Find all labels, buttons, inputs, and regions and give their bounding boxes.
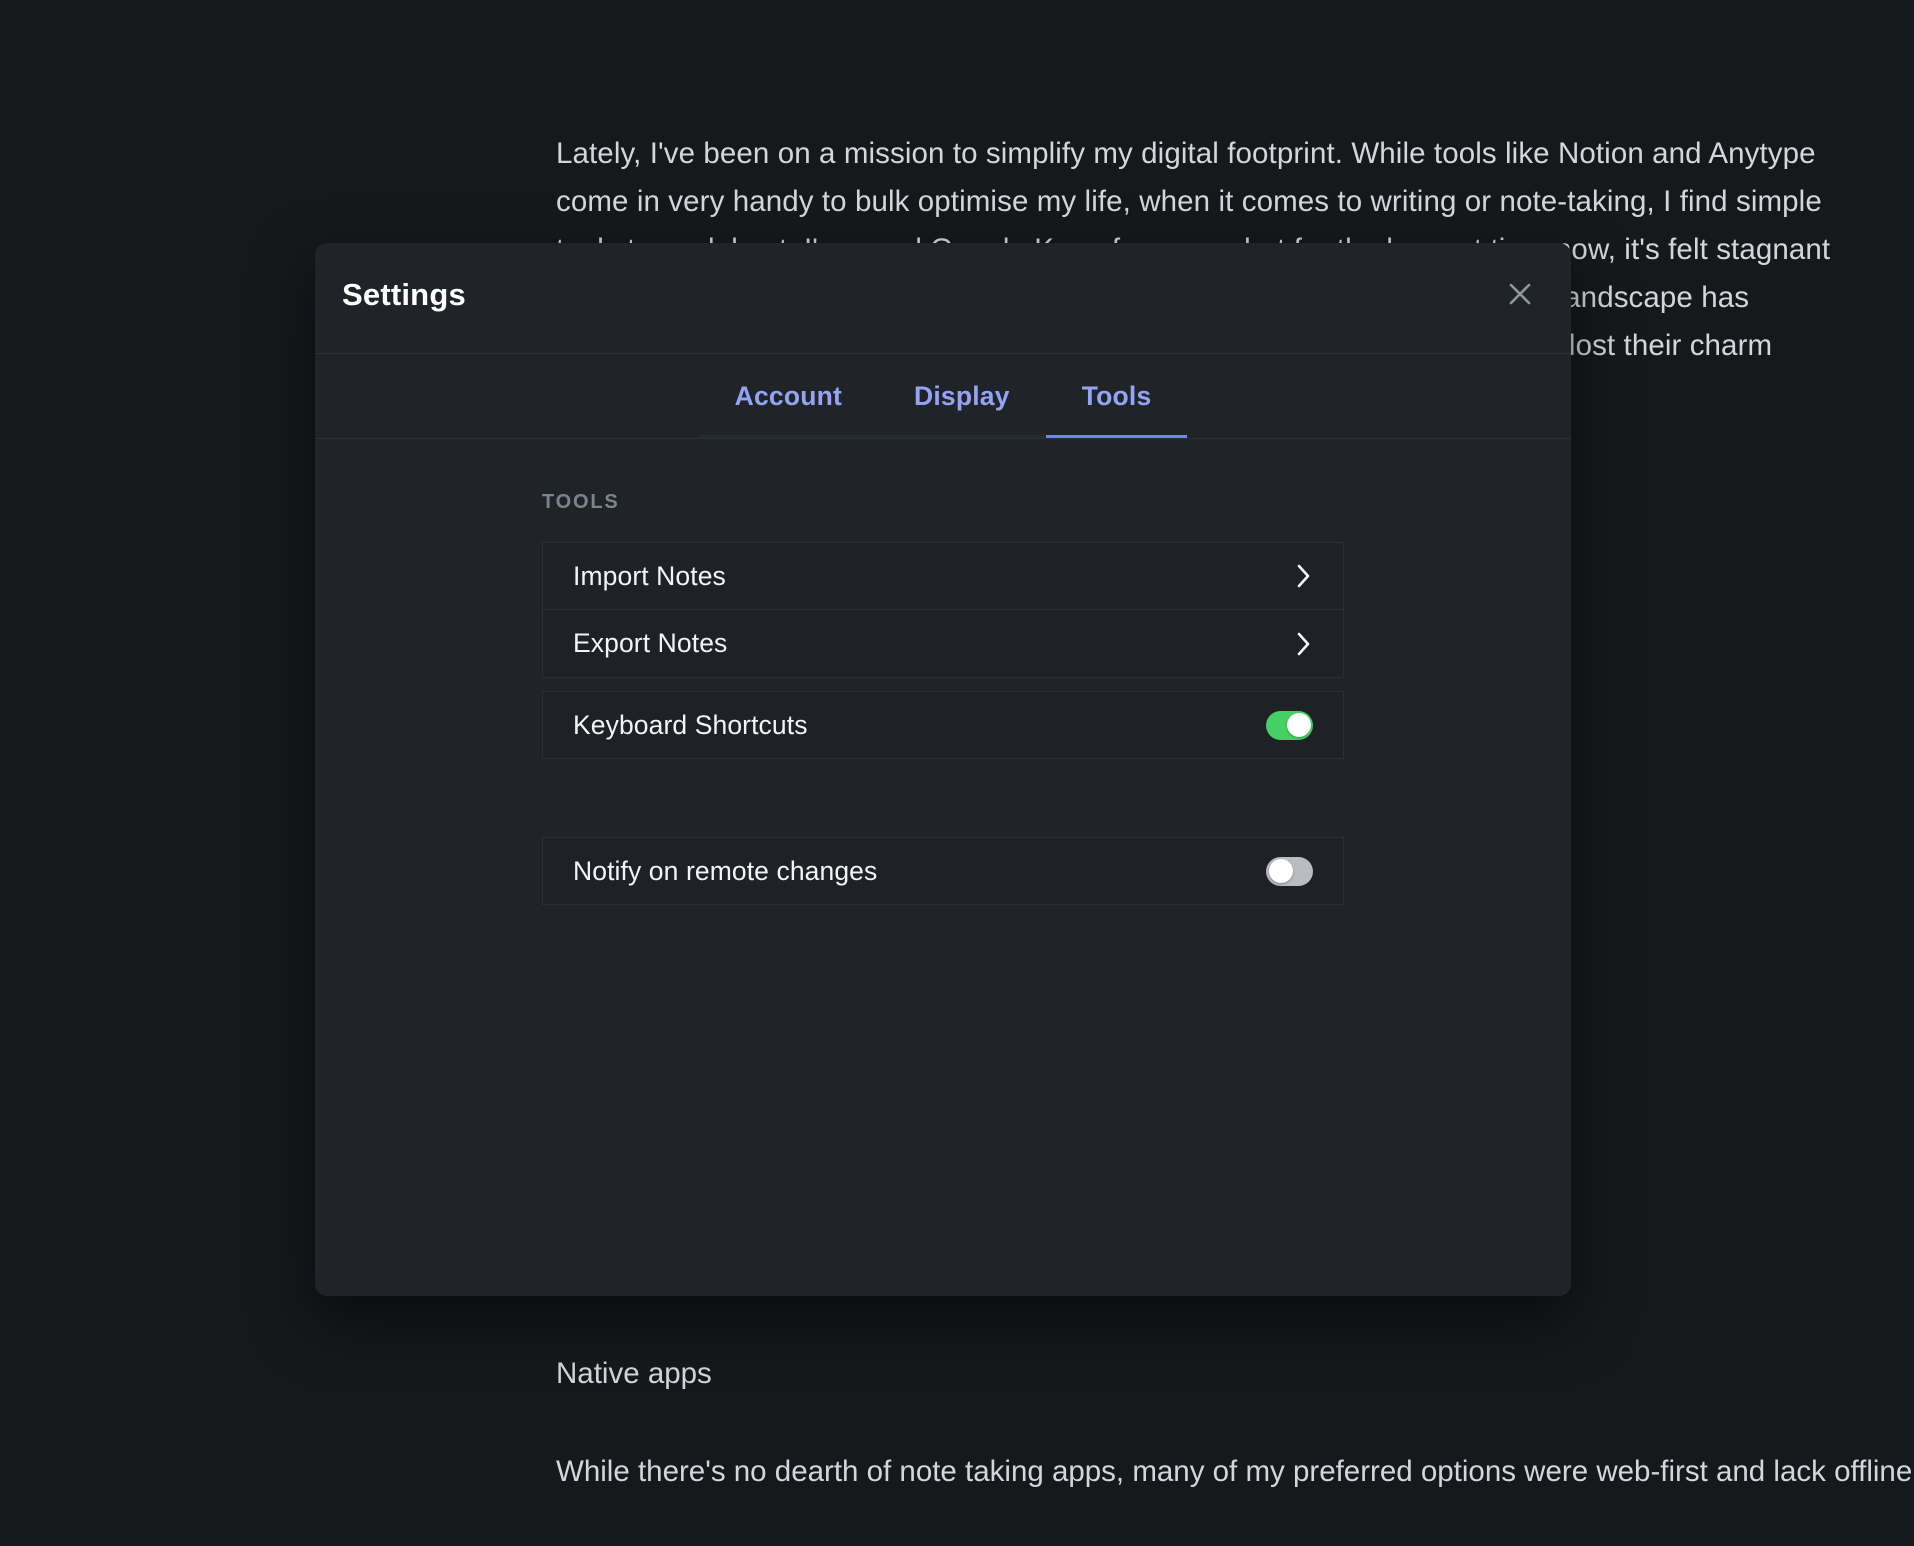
row-keyboard-shortcuts[interactable]: Keyboard Shortcuts [542,691,1344,759]
tab-underline [878,435,1046,438]
tab-active-underline [1046,435,1188,438]
article-line: come in very handy to bulk optimise my l… [556,178,1914,226]
row-export-notes-control [1295,629,1313,659]
row-export-notes-label: Export Notes [573,628,727,659]
toggle-notify-on-remote-changes[interactable] [1266,857,1313,886]
close-icon-glyph [1507,281,1533,307]
tab-display[interactable]: Display [878,354,1046,438]
row-notify-on-remote-changes-label: Notify on remote changes [573,856,877,887]
settings-panel-tools: TOOLS Import Notes Export Notes [315,439,1571,905]
article-line: Lately, I've been on a mission to simpli… [556,130,1914,178]
tab-underline [699,435,878,438]
chevron-right-icon [1295,561,1313,591]
article-closing-paragraph: While there's no dearth of note taking a… [556,1448,1914,1496]
tab-tools-label: Tools [1082,381,1152,412]
settings-modal: Settings Account Display Tools TOOLS [315,243,1571,1296]
article-subheading: Native apps [556,1354,712,1394]
row-keyboard-shortcuts-label: Keyboard Shortcuts [573,710,808,741]
tab-display-label: Display [914,381,1010,412]
close-icon[interactable] [1496,270,1544,318]
article-line: offline support on desktops. That's not … [1834,1455,1914,1488]
section-label-tools: TOOLS [542,491,1571,514]
modal-header: Settings [315,243,1571,354]
row-notify-on-remote-changes[interactable]: Notify on remote changes [542,837,1344,905]
tab-account-label: Account [735,381,842,412]
article-line: While there's no dearth of note taking a… [556,1455,1826,1488]
tab-account[interactable]: Account [699,354,878,438]
toggle-keyboard-shortcuts[interactable] [1266,711,1313,740]
chevron-right-icon [1295,629,1313,659]
row-import-notes-label: Import Notes [573,561,726,592]
row-import-notes[interactable]: Import Notes [542,542,1344,610]
modal-title: Settings [342,277,466,313]
row-import-notes-control [1295,561,1313,591]
toggle-knob [1287,713,1311,737]
settings-tab-bar: Account Display Tools [315,354,1571,439]
row-export-notes[interactable]: Export Notes [542,610,1344,678]
settings-rows: Import Notes Export Notes [542,542,1344,905]
tab-tools[interactable]: Tools [1046,354,1188,438]
toggle-knob [1269,859,1293,883]
app-root: Lately, I've been on a mission to simpli… [0,0,1914,1546]
